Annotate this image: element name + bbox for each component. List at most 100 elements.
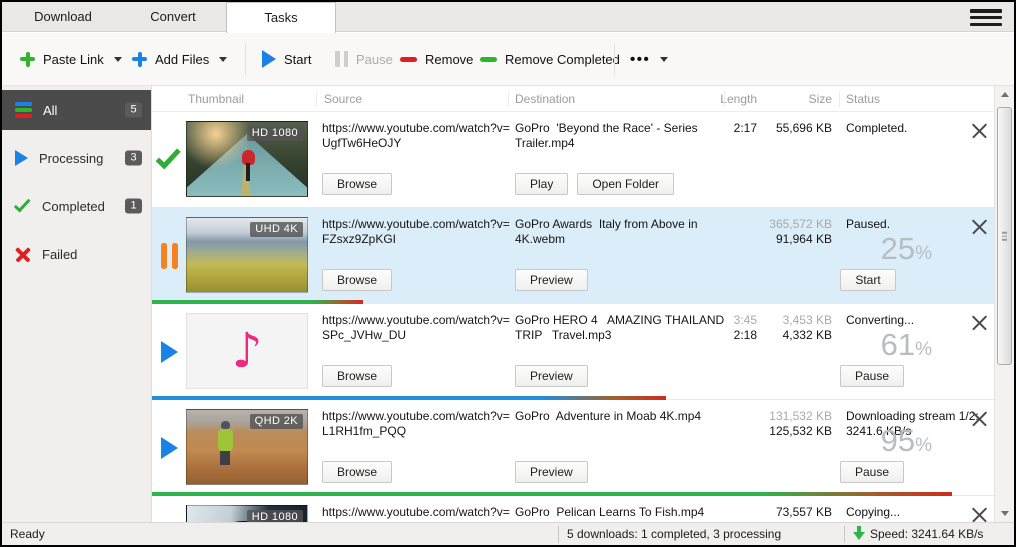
progress-percent: 61% [712,327,932,363]
sidebar-item-all[interactable]: All 5 [2,90,151,130]
vertical-scrollbar[interactable] [994,86,1014,522]
tab-download[interactable]: Download [8,2,118,32]
pause-button[interactable]: Pause [840,461,904,483]
table-header: Thumbnail Source Destination Length Size… [152,86,994,112]
tab-convert[interactable]: Convert [118,2,228,32]
sidebar-item-label: Processing [39,151,103,166]
pause-button[interactable]: Pause [840,365,904,387]
sidebar-item-processing[interactable]: Processing 3 [2,138,151,178]
close-icon[interactable] [970,122,988,140]
statusbar-separator [558,526,559,543]
preview-button[interactable]: Preview [515,461,588,483]
table-row[interactable]: UHD 4K https://www.youtube.com/watch?v=F… [152,208,994,304]
table-row[interactable]: HD 1080 https://www.youtube.com/watch?v=… [152,112,994,208]
toolbar: Paste Link Add Files Start Pause Remove … [2,33,1014,86]
progress-bar [152,396,666,400]
start-button[interactable]: Start [262,33,311,85]
chevron-down-icon[interactable] [114,57,122,66]
remove-button[interactable]: Remove [400,33,473,85]
ellipsis-icon: ••• [630,51,650,68]
remove-completed-button[interactable]: Remove Completed [480,33,620,85]
column-thumbnail: Thumbnail [188,92,244,106]
sidebar-item-completed[interactable]: Completed 1 [2,186,151,226]
quality-badge: HD 1080 [247,510,303,522]
paste-link-button[interactable]: Paste Link [20,33,122,85]
preview-button[interactable]: Preview [515,269,588,291]
processing-icon [161,341,178,363]
remove-completed-dash-icon [480,57,497,62]
pause-label: Pause [356,52,393,67]
source-url: https://www.youtube.com/watch?v=FZsxz9Zp… [322,217,514,247]
status-text: Copying... [846,505,988,520]
sidebar-item-failed[interactable]: Failed [2,234,151,274]
preview-button[interactable]: Preview [515,365,588,387]
status-text: Converting... [846,313,988,328]
video-thumbnail: HD 1080 [186,505,308,522]
column-destination: Destination [515,92,575,106]
browse-button[interactable]: Browse [322,461,392,483]
filter-sidebar: All 5 Processing 3 Completed 1 Failed [2,86,152,522]
processing-icon [161,437,178,459]
source-url: https://www.youtube.com/watch?v=UgfTw6He… [322,121,514,151]
close-icon[interactable] [970,314,988,332]
quality-badge: QHD 2K [250,414,303,429]
chevron-down-icon[interactable] [219,57,227,66]
close-icon[interactable] [970,218,988,236]
browse-button[interactable]: Browse [322,173,392,195]
table-row[interactable]: QHD 2K https://www.youtube.com/watch?v=L… [152,400,994,496]
play-icon [262,50,276,68]
count-badge: 5 [125,103,142,118]
check-icon [14,195,31,212]
count-badge: 1 [125,199,142,214]
toolbar-separator [245,43,246,75]
download-arrow-icon [853,526,865,541]
status-bar: Ready 5 downloads: 1 completed, 3 proces… [2,522,1014,545]
close-icon[interactable] [970,506,988,522]
remove-label: Remove [425,52,473,67]
arrow-up-icon [1001,88,1009,97]
browse-button[interactable]: Browse [322,365,392,387]
quality-badge: UHD 4K [250,222,303,237]
download-list: HD 1080 https://www.youtube.com/watch?v=… [152,112,994,522]
size-cell: 73,557 KB [760,505,832,520]
sidebar-item-label: All [43,103,57,118]
scroll-down-button[interactable] [995,505,1014,522]
table-row[interactable]: HD 1080 https://www.youtube.com/watch?v=… [152,496,994,522]
ready-status: Ready [10,527,45,541]
add-files-label: Add Files [155,52,209,67]
destination-filename: GoPro Pelican Learns To Fish.mp4 [515,505,730,520]
scrollbar-thumb[interactable] [997,107,1012,365]
paste-link-label: Paste Link [43,52,104,67]
progress-percent: 25% [712,231,932,267]
start-button[interactable]: Start [840,269,896,291]
tab-tasks[interactable]: Tasks [226,2,336,33]
downloads-summary: 5 downloads: 1 completed, 3 processing [567,527,781,541]
plus-green-icon [20,52,35,67]
video-thumbnail: UHD 4K [186,217,308,293]
toolbar-separator [614,43,615,75]
pause-button[interactable]: Pause [335,33,393,85]
more-actions-button[interactable]: ••• [630,33,668,85]
speed-indicator: Speed: 3241.64 KB/s [870,527,983,541]
column-status: Status [846,92,880,106]
table-row[interactable]: ♪ https://www.youtube.com/watch?v=SPc_JV… [152,304,994,400]
music-note-icon: ♪ [232,327,263,375]
arrow-down-icon [1001,511,1009,520]
play-button[interactable]: Play [515,173,568,195]
close-icon[interactable] [970,410,988,428]
count-badge: 3 [125,151,142,166]
scrollbar-grip-icon [1002,232,1007,241]
open-folder-button[interactable]: Open Folder [577,173,674,195]
remove-completed-label: Remove Completed [505,52,620,67]
source-url: https://www.youtube.com/watch?v=L1RH1fm_… [322,409,514,439]
size-cell: 55,696 KB [760,121,832,136]
browse-button[interactable]: Browse [322,269,392,291]
add-files-button[interactable]: Add Files [132,33,227,85]
column-length: Length [657,92,757,106]
scroll-up-button[interactable] [995,86,1014,103]
sidebar-item-label: Failed [42,247,77,262]
hamburger-menu-icon[interactable] [970,9,1002,26]
status-text: Paused. [846,217,988,232]
sidebar-item-label: Completed [42,199,105,214]
x-icon [15,246,31,262]
